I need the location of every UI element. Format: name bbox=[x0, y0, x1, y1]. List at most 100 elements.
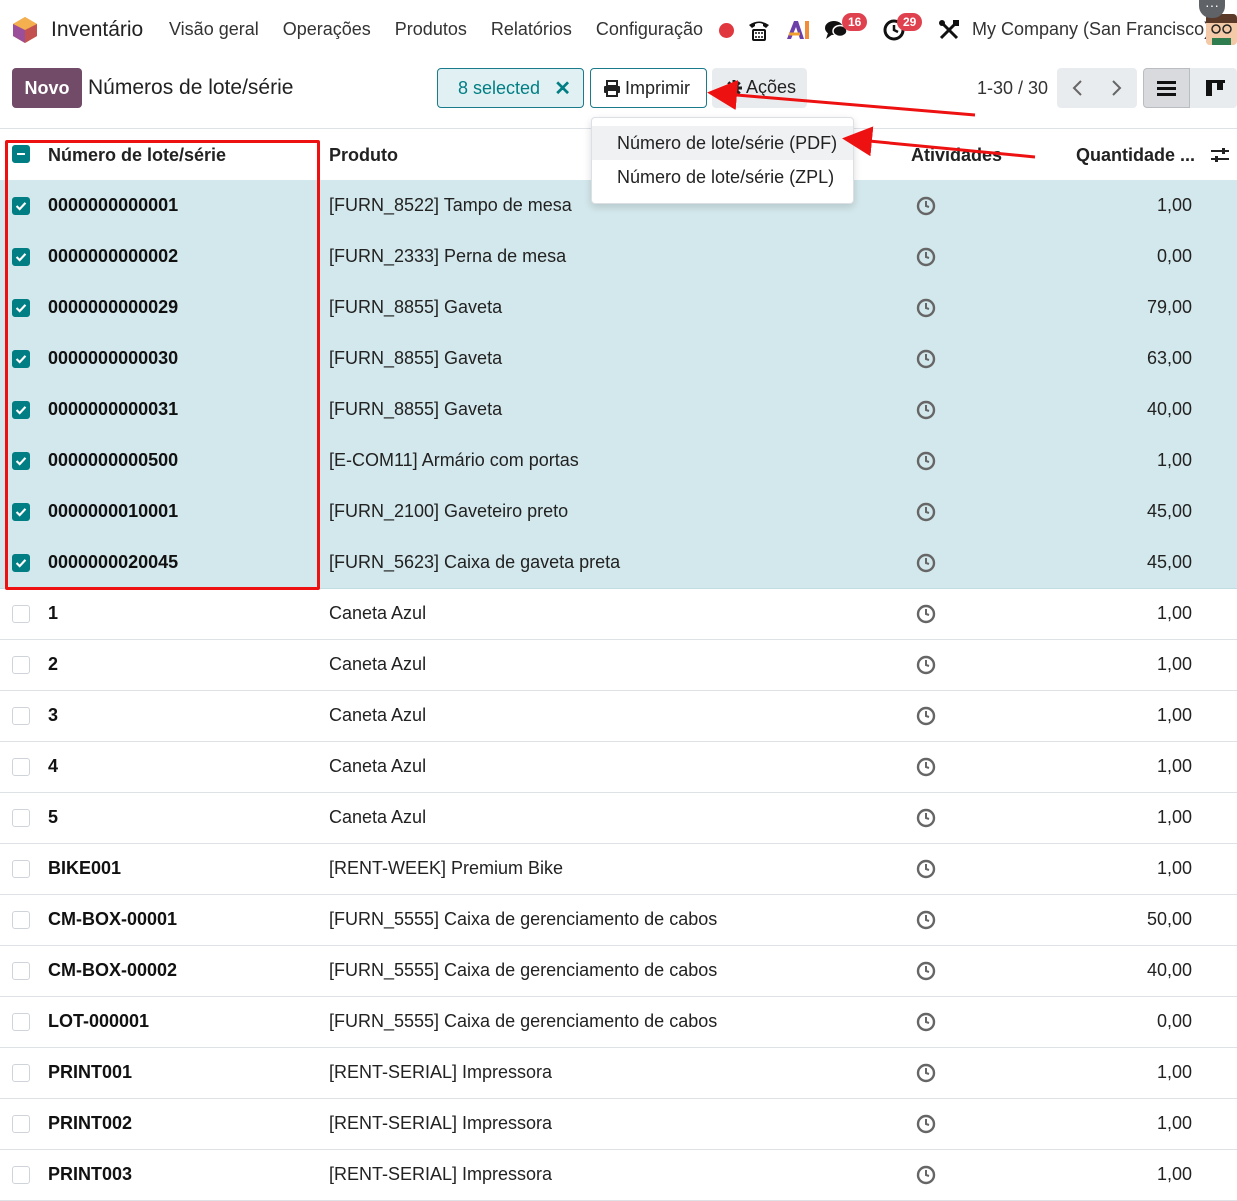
table-row[interactable]: 1 Caneta Azul 1,00 bbox=[0, 588, 1237, 640]
activity-clock-icon[interactable] bbox=[916, 910, 936, 930]
actions-button[interactable]: Ações bbox=[712, 68, 807, 108]
row-checkbox[interactable] bbox=[12, 656, 30, 674]
menu-item-operations[interactable]: Operações bbox=[283, 19, 371, 40]
activity-clock-icon[interactable] bbox=[916, 808, 936, 828]
print-pdf-option[interactable]: Número de lote/série (PDF) bbox=[592, 126, 853, 160]
table-row[interactable]: PRINT001 [RENT-SERIAL] Impressora 1,00 bbox=[0, 1047, 1237, 1099]
table-row[interactable]: 0000000000029 [FURN_8855] Gaveta 79,00 bbox=[0, 282, 1237, 334]
menu-item-configuration[interactable]: Configuração bbox=[596, 19, 703, 40]
menu-item-products[interactable]: Produtos bbox=[395, 19, 467, 40]
activity-clock-icon[interactable] bbox=[916, 655, 936, 675]
table-row[interactable]: 0000000000500 [E-COM11] Armário com porta… bbox=[0, 435, 1237, 487]
lot-number-cell: BIKE001 bbox=[48, 858, 122, 878]
row-checkbox[interactable] bbox=[12, 503, 30, 521]
row-checkbox[interactable] bbox=[12, 197, 30, 215]
row-checkbox[interactable] bbox=[12, 248, 30, 266]
top-navbar: Inventário Visão geral Operações Produto… bbox=[0, 0, 1237, 60]
debug-tools-icon[interactable] bbox=[935, 12, 963, 48]
table-row[interactable]: 0000000000031 [FURN_8855] Gaveta 40,00 bbox=[0, 384, 1237, 436]
record-status-icon[interactable] bbox=[714, 12, 738, 48]
activity-clock-icon[interactable] bbox=[916, 349, 936, 369]
activity-clock-icon[interactable] bbox=[916, 451, 936, 471]
column-header-product[interactable]: Produto bbox=[329, 145, 398, 166]
company-switcher[interactable]: My Company (San Francisco) bbox=[972, 19, 1210, 40]
list-view-button[interactable] bbox=[1143, 68, 1190, 108]
row-checkbox[interactable] bbox=[12, 350, 30, 368]
list-view-icon bbox=[1157, 81, 1176, 96]
row-checkbox[interactable] bbox=[12, 1115, 30, 1133]
row-checkbox[interactable] bbox=[12, 860, 30, 878]
activity-clock-icon[interactable] bbox=[916, 1012, 936, 1032]
row-checkbox[interactable] bbox=[12, 809, 30, 827]
pager-value[interactable]: 1-30 / 30 bbox=[977, 78, 1048, 99]
clear-selection-icon[interactable]: ✕ bbox=[554, 76, 571, 101]
row-checkbox[interactable] bbox=[12, 1013, 30, 1031]
activity-clock-icon[interactable] bbox=[916, 1165, 936, 1185]
row-checkbox[interactable] bbox=[12, 605, 30, 623]
row-checkbox[interactable] bbox=[12, 554, 30, 572]
row-checkbox[interactable] bbox=[12, 707, 30, 725]
activity-clock-icon[interactable] bbox=[916, 298, 936, 318]
activity-clock-icon[interactable] bbox=[916, 604, 936, 624]
table-row[interactable]: 0000000000002 [FURN_2333] Perna de mesa 0,… bbox=[0, 231, 1237, 283]
lot-number-cell: 2 bbox=[48, 654, 59, 674]
kanban-view-button[interactable] bbox=[1190, 68, 1237, 108]
previous-page-button[interactable] bbox=[1057, 68, 1097, 108]
row-checkbox[interactable] bbox=[12, 1166, 30, 1184]
menu-item-reports[interactable]: Relatórios bbox=[491, 19, 572, 40]
activity-clock-icon[interactable] bbox=[916, 1114, 936, 1134]
table-row[interactable]: BIKE001 [RENT-WEEK] Premium Bike 1,00 bbox=[0, 843, 1237, 895]
chevron-left-icon bbox=[1072, 80, 1082, 96]
activity-clock-icon[interactable] bbox=[916, 859, 936, 879]
row-checkbox[interactable] bbox=[12, 962, 30, 980]
row-checkbox[interactable] bbox=[12, 911, 30, 929]
print-zpl-option[interactable]: Número de lote/série (ZPL) bbox=[592, 160, 853, 194]
table-row[interactable]: 3 Caneta Azul 1,00 bbox=[0, 690, 1237, 742]
table-row[interactable]: CM-BOX-00001 [FURN_5555] Caixa de gerenci… bbox=[0, 894, 1237, 946]
activity-clock-icon[interactable] bbox=[916, 196, 936, 216]
column-settings-icon[interactable] bbox=[1210, 146, 1230, 164]
activity-clock-icon[interactable] bbox=[916, 706, 936, 726]
activity-clock-icon[interactable] bbox=[916, 400, 936, 420]
user-avatar[interactable] bbox=[1206, 14, 1237, 45]
inventory-app-logo-icon[interactable] bbox=[12, 16, 38, 44]
activity-clock-icon[interactable] bbox=[916, 961, 936, 981]
select-all-checkbox[interactable] bbox=[12, 145, 30, 163]
quantity-cell: 0,00 bbox=[1156, 246, 1192, 266]
table-row[interactable]: 0000000020045 [FURN_5623] Caixa de gaveta… bbox=[0, 537, 1237, 589]
printer-icon bbox=[604, 80, 620, 97]
table-row[interactable]: LOT-000001 [FURN_5555] Caixa de gerenciam… bbox=[0, 996, 1237, 1048]
activity-clock-icon[interactable] bbox=[916, 502, 936, 522]
ai-icon[interactable] bbox=[784, 12, 812, 48]
lot-number-cell: CM-BOX-00001 bbox=[48, 909, 178, 929]
next-page-button[interactable] bbox=[1097, 68, 1137, 108]
table-row[interactable]: 0000000000030 [FURN_8855] Gaveta 63,00 bbox=[0, 333, 1237, 385]
row-checkbox[interactable] bbox=[12, 401, 30, 419]
phone-icon[interactable] bbox=[745, 12, 773, 48]
activity-clock-icon[interactable] bbox=[916, 247, 936, 267]
table-row[interactable]: 4 Caneta Azul 1,00 bbox=[0, 741, 1237, 793]
print-button[interactable]: Imprimir bbox=[590, 68, 707, 108]
column-header-activities[interactable]: Atividades bbox=[911, 145, 1002, 166]
row-checkbox[interactable] bbox=[12, 452, 30, 470]
quantity-cell: 45,00 bbox=[1146, 552, 1192, 572]
product-cell: [FURN_2333] Perna de mesa bbox=[329, 246, 567, 266]
table-row[interactable]: CM-BOX-00002 [FURN_5555] Caixa de gerenci… bbox=[0, 945, 1237, 997]
table-row[interactable]: PRINT002 [RENT-SERIAL] Impressora 1,00 bbox=[0, 1098, 1237, 1150]
row-checkbox[interactable] bbox=[12, 758, 30, 776]
activity-clock-icon[interactable] bbox=[916, 1063, 936, 1083]
column-header-lot[interactable]: Número de lote/série bbox=[48, 145, 226, 166]
table-row[interactable]: PRINT003 [RENT-SERIAL] Impressora 1,00 bbox=[0, 1149, 1237, 1201]
row-checkbox[interactable] bbox=[12, 1064, 30, 1082]
row-checkbox[interactable] bbox=[12, 299, 30, 317]
column-header-quantity[interactable]: Quantidade ... bbox=[1076, 145, 1195, 166]
table-row[interactable]: 5 Caneta Azul 1,00 bbox=[0, 792, 1237, 844]
activity-clock-icon[interactable] bbox=[916, 757, 936, 777]
menu-item-overview[interactable]: Visão geral bbox=[169, 19, 259, 40]
quantity-cell: 1,00 bbox=[1156, 450, 1192, 470]
table-row[interactable]: 0000000010001 [FURN_2100] Gaveteiro preto… bbox=[0, 486, 1237, 538]
app-name[interactable]: Inventário bbox=[51, 18, 143, 42]
new-button[interactable]: Novo bbox=[12, 68, 82, 108]
table-row[interactable]: 2 Caneta Azul 1,00 bbox=[0, 639, 1237, 691]
activity-clock-icon[interactable] bbox=[916, 553, 936, 573]
